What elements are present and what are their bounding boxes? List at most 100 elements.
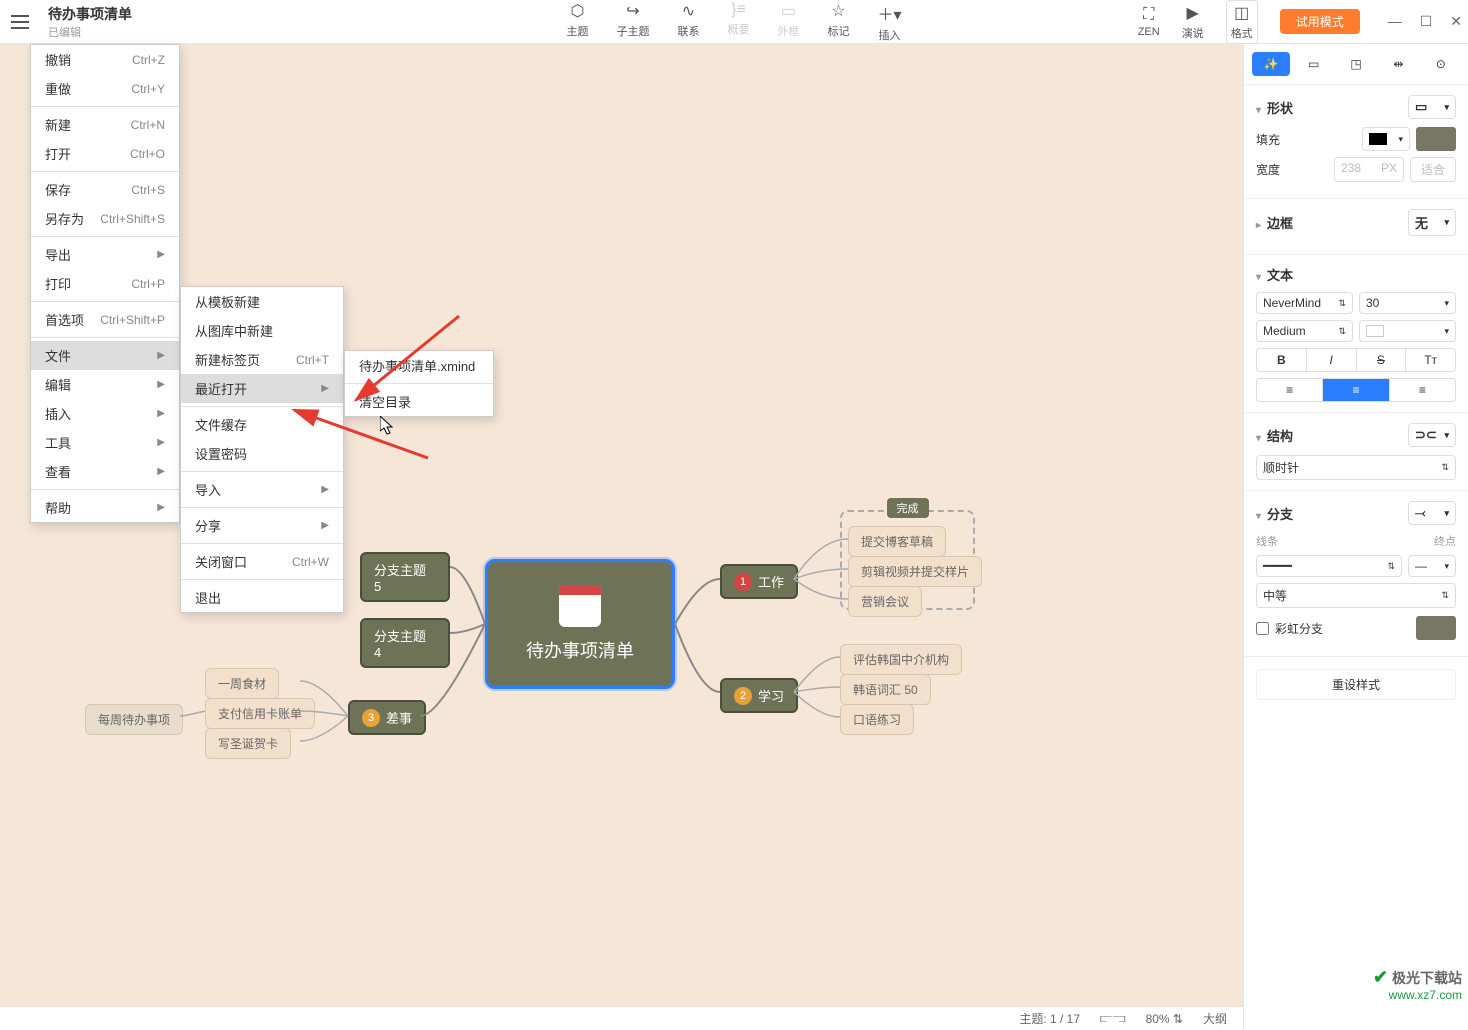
branch-work[interactable]: 1工作 bbox=[720, 564, 798, 599]
strike-button[interactable]: S bbox=[1357, 349, 1407, 371]
toolbar-summary[interactable]: }≡概要 bbox=[727, 1, 749, 43]
group-done-label: 完成 bbox=[887, 498, 929, 518]
thickness-select[interactable]: 中等⇅ bbox=[1256, 583, 1456, 608]
submenu-share[interactable]: 分享▶ bbox=[181, 511, 343, 540]
recent-file-0[interactable]: 待办事项清单.xmind bbox=[345, 351, 493, 380]
menu-pref[interactable]: 首选项Ctrl+Shift+P bbox=[31, 305, 179, 334]
recent-clear[interactable]: 清空目录 bbox=[345, 387, 493, 416]
study-item-2[interactable]: 口语练习 bbox=[840, 704, 914, 735]
menu-insert[interactable]: 插入▶ bbox=[31, 399, 179, 428]
case-button[interactable]: Tᴛ bbox=[1406, 349, 1455, 371]
status-zoom[interactable]: 80% ⇅ bbox=[1146, 1012, 1183, 1026]
toolbar-insert[interactable]: ＋▾插入 bbox=[877, 1, 901, 43]
calendar-icon bbox=[559, 585, 601, 627]
format-sidebar: ✨ ▭ ◳ ⇹ ⊙ ▾形状 ▭ ▾ 填充 ▾ 宽度 238PX 适合 ▸边框 无… bbox=[1243, 44, 1468, 1030]
status-map-icon[interactable]: ⫍⫎ bbox=[1100, 1011, 1126, 1026]
endpoint-select[interactable]: — ▾ bbox=[1408, 555, 1456, 577]
errand-item-2[interactable]: 写圣诞贺卡 bbox=[205, 728, 291, 759]
line-label: 线条 bbox=[1256, 533, 1278, 549]
node-weekly[interactable]: 每周待办事项 bbox=[85, 704, 183, 735]
study-item-0[interactable]: 评估韩国中介机构 bbox=[840, 644, 962, 675]
toolbar-zen[interactable]: ⛶ZEN bbox=[1138, 6, 1160, 38]
toolbar-subtheme[interactable]: ↪子主题 bbox=[616, 1, 649, 43]
structure-select[interactable]: ⊃⊂ ▾ bbox=[1408, 423, 1456, 447]
menu-redo[interactable]: 重做Ctrl+Y bbox=[31, 74, 179, 103]
window-minimize[interactable]: — bbox=[1388, 13, 1402, 30]
side-tab-5[interactable]: ⊙ bbox=[1422, 52, 1460, 76]
submenu-fromtpl[interactable]: 从模板新建 bbox=[181, 287, 343, 316]
border-select[interactable]: 无 ▾ bbox=[1408, 209, 1456, 236]
line-style-select[interactable]: ━━━━ ⇅ bbox=[1256, 555, 1402, 577]
menu-undo[interactable]: 撤销Ctrl+Z bbox=[31, 45, 179, 74]
menu-saveas[interactable]: 另存为Ctrl+Shift+S bbox=[31, 204, 179, 233]
file-submenu: 从模板新建 从图库中新建 新建标签页Ctrl+T 最近打开▶ 文件缓存 设置密码… bbox=[180, 286, 344, 613]
branch-sub4[interactable]: 分支主题 4 bbox=[360, 618, 450, 668]
menu-print[interactable]: 打印Ctrl+P bbox=[31, 269, 179, 298]
menu-file[interactable]: 文件▶ bbox=[31, 341, 179, 370]
font-size-select[interactable]: 30▾ bbox=[1359, 292, 1456, 314]
font-weight-select[interactable]: Medium⇅ bbox=[1256, 320, 1353, 342]
endpoint-label: 终点 bbox=[1434, 533, 1456, 549]
status-outline[interactable]: 大纲 bbox=[1203, 1010, 1227, 1027]
italic-button[interactable]: I bbox=[1307, 349, 1357, 371]
submenu-import[interactable]: 导入▶ bbox=[181, 475, 343, 504]
branch-swatch[interactable] bbox=[1416, 616, 1456, 640]
menu-view[interactable]: 查看▶ bbox=[31, 457, 179, 486]
submenu-setpw[interactable]: 设置密码 bbox=[181, 439, 343, 468]
branch-study[interactable]: 2学习 bbox=[720, 678, 798, 713]
title-block: 待办事项清单 已编辑 bbox=[48, 4, 132, 40]
side-tab-2[interactable]: ▭ bbox=[1294, 52, 1332, 76]
width-input[interactable]: 238PX bbox=[1334, 157, 1404, 182]
toolbar-relation[interactable]: ∿联系 bbox=[677, 1, 699, 43]
menu-open[interactable]: 打开Ctrl+O bbox=[31, 139, 179, 168]
toolbar-theme[interactable]: ⬡主题 bbox=[566, 1, 588, 43]
window-maximize[interactable]: ☐ bbox=[1420, 13, 1433, 30]
branch-sub5[interactable]: 分支主题 5 bbox=[360, 552, 450, 602]
work-item-2[interactable]: 营销会议 bbox=[848, 586, 922, 617]
submenu-recent[interactable]: 最近打开▶ bbox=[181, 374, 343, 403]
reset-style-button[interactable]: 重设样式 bbox=[1256, 669, 1456, 700]
rainbow-checkbox[interactable]: 彩虹分支 bbox=[1256, 620, 1323, 637]
errand-item-1[interactable]: 支付信用卡账单 bbox=[205, 698, 315, 729]
menu-export[interactable]: 导出▶ bbox=[31, 240, 179, 269]
toolbar-format[interactable]: ◫格式 bbox=[1226, 0, 1258, 44]
toolbar-pitch[interactable]: ▶演说 bbox=[1182, 3, 1204, 41]
study-item-1[interactable]: 韩语词汇 50 bbox=[840, 674, 931, 705]
side-tab-3[interactable]: ◳ bbox=[1337, 52, 1375, 76]
menu-edit[interactable]: 编辑▶ bbox=[31, 370, 179, 399]
branch-errand[interactable]: 3差事 bbox=[348, 700, 426, 735]
menu-tool[interactable]: 工具▶ bbox=[31, 428, 179, 457]
doc-title: 待办事项清单 bbox=[48, 4, 132, 24]
fill-swatch[interactable] bbox=[1416, 127, 1456, 151]
menu-save[interactable]: 保存Ctrl+S bbox=[31, 175, 179, 204]
submenu-closewin[interactable]: 关闭窗口Ctrl+W bbox=[181, 547, 343, 576]
clockwise-select[interactable]: 顺时针⇅ bbox=[1256, 455, 1456, 480]
hamburger-menu[interactable] bbox=[6, 8, 34, 36]
align-right-button[interactable]: ≡ bbox=[1390, 379, 1455, 401]
toolbar-boundary[interactable]: ▭外框 bbox=[777, 1, 799, 43]
trial-button[interactable]: 试用模式 bbox=[1280, 9, 1360, 34]
submenu-exit[interactable]: 退出 bbox=[181, 583, 343, 612]
side-tab-4[interactable]: ⇹ bbox=[1379, 52, 1417, 76]
errand-item-0[interactable]: 一周食材 bbox=[205, 668, 279, 699]
menu-help[interactable]: 帮助▶ bbox=[31, 493, 179, 522]
bold-button[interactable]: B bbox=[1257, 349, 1307, 371]
shape-select[interactable]: ▭ ▾ bbox=[1408, 95, 1456, 119]
fill-color-select[interactable]: ▾ bbox=[1362, 127, 1410, 151]
font-family-select[interactable]: NeverMind⇅ bbox=[1256, 292, 1353, 314]
align-left-button[interactable]: ≡ bbox=[1257, 379, 1323, 401]
work-item-0[interactable]: 提交博客草稿 bbox=[848, 526, 946, 557]
window-close[interactable]: ✕ bbox=[1450, 13, 1462, 30]
submenu-newtab[interactable]: 新建标签页Ctrl+T bbox=[181, 345, 343, 374]
font-color-select[interactable]: ▾ bbox=[1359, 320, 1456, 342]
submenu-fromlib[interactable]: 从图库中新建 bbox=[181, 316, 343, 345]
menu-new[interactable]: 新建Ctrl+N bbox=[31, 110, 179, 139]
toolbar-marker[interactable]: ☆标记 bbox=[827, 1, 849, 43]
align-center-button[interactable]: ≡ bbox=[1323, 379, 1389, 401]
side-tab-style[interactable]: ✨ bbox=[1252, 52, 1290, 76]
central-topic[interactable]: 待办事项清单 bbox=[485, 559, 675, 689]
width-fit-button[interactable]: 适合 bbox=[1410, 157, 1456, 182]
submenu-cache[interactable]: 文件缓存 bbox=[181, 410, 343, 439]
work-item-1[interactable]: 剪辑视频并提交样片 bbox=[848, 556, 982, 587]
branch-style-select[interactable]: ⤙ ▾ bbox=[1408, 501, 1456, 525]
